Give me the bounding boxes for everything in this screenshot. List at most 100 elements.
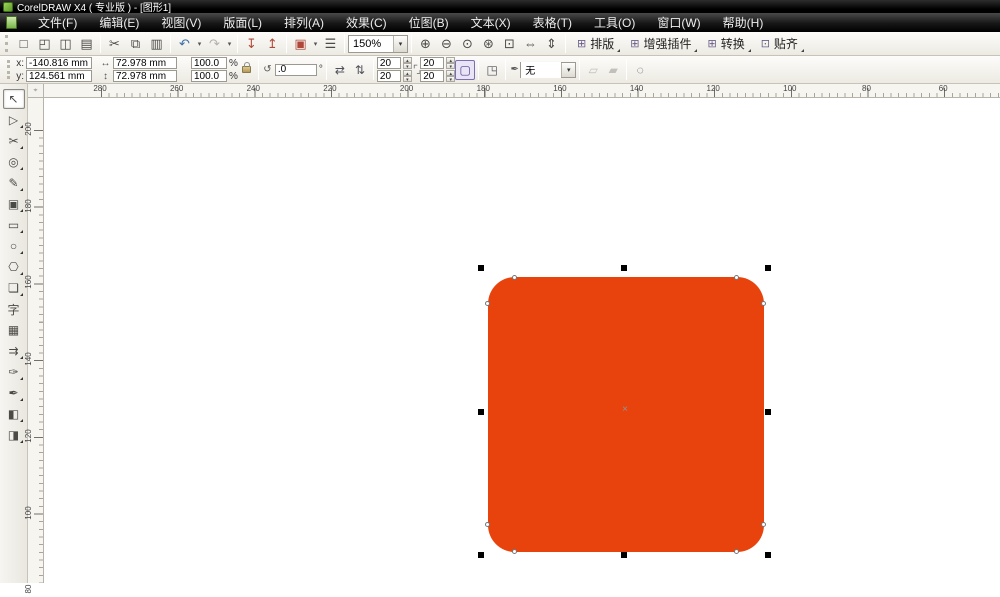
selection-handle-middle-right[interactable] <box>765 409 771 415</box>
selection-handle-middle-left[interactable] <box>478 409 484 415</box>
wrap-text-button[interactable]: ◳ <box>482 60 502 80</box>
corner-node[interactable] <box>734 275 739 280</box>
new-button[interactable]: □ <box>13 34 34 54</box>
corner-node[interactable] <box>734 549 739 554</box>
menu-table[interactable]: 表格(T) <box>522 13 583 32</box>
zoom-to-height-button[interactable]: ⇕ <box>541 34 562 54</box>
corner-node[interactable] <box>761 522 766 527</box>
corner-node[interactable] <box>485 522 490 527</box>
scale-h-field[interactable] <box>191 57 227 69</box>
drawing-canvas[interactable]: × <box>44 98 1000 583</box>
paste-button[interactable]: ▥ <box>146 34 167 54</box>
radius-spinner[interactable]: ▴▾ <box>446 70 455 82</box>
zoom-in-button[interactable]: ⊕ <box>415 34 436 54</box>
menu-edit[interactable]: 编辑(E) <box>88 13 150 32</box>
corner-radius-tr-field[interactable] <box>420 57 444 69</box>
vertical-ruler[interactable]: 20018016014012010080 <box>28 98 44 583</box>
tool-text[interactable]: 字 <box>3 299 25 319</box>
menu-bitmaps[interactable]: 位图(B) <box>398 13 460 32</box>
application-launcher-dropdown[interactable]: ▾ <box>311 34 320 54</box>
object-height-field[interactable] <box>113 70 177 82</box>
tool-rectangle[interactable]: ▭ <box>3 215 25 235</box>
tool-freehand[interactable]: ✎ <box>3 173 25 193</box>
object-center-marker[interactable]: × <box>619 404 631 416</box>
tool-smart-fill[interactable]: ▣ <box>3 194 25 214</box>
selection-handle-top-right[interactable] <box>765 265 771 271</box>
corner-node[interactable] <box>512 549 517 554</box>
scale-v-field[interactable] <box>191 70 227 82</box>
horizontal-ruler[interactable]: 2802602402202001801601401201008060 <box>44 84 1000 98</box>
round-corners-together-button[interactable]: ▢ <box>455 60 475 80</box>
spin-down-icon[interactable]: ▾ <box>403 63 412 69</box>
zoom-to-page-button[interactable]: ⊡ <box>499 34 520 54</box>
spin-down-icon[interactable]: ▾ <box>403 76 412 82</box>
tool-fill[interactable]: ◧ <box>3 404 25 424</box>
mirror-horizontal-button[interactable]: ⇄ <box>330 60 350 80</box>
spin-down-icon[interactable]: ▾ <box>446 63 455 69</box>
radius-spinner[interactable]: ▴▾ <box>403 70 412 82</box>
redo-button[interactable]: ↷ <box>204 34 225 54</box>
outline-width-dropdown[interactable]: ▾ <box>561 63 575 77</box>
selection-handle-top-middle[interactable] <box>621 265 627 271</box>
selection-handle-top-left[interactable] <box>478 265 484 271</box>
corner-radius-tl-field[interactable] <box>377 57 401 69</box>
tool-crop[interactable]: ✂ <box>3 131 25 151</box>
convert-button[interactable]: ⊞ 转换 <box>699 34 752 54</box>
selection-handle-bottom-right[interactable] <box>765 552 771 558</box>
zoom-level-dropdown[interactable]: ▾ <box>393 36 407 52</box>
menu-help[interactable]: 帮助(H) <box>712 13 775 32</box>
propbar-grip[interactable] <box>7 60 12 79</box>
menu-text[interactable]: 文本(X) <box>460 13 522 32</box>
redo-dropdown[interactable]: ▾ <box>225 34 234 54</box>
tool-ellipse[interactable]: ○ <box>3 236 25 256</box>
tool-basic-shapes[interactable]: ❏ <box>3 278 25 298</box>
cut-button[interactable]: ✂ <box>104 34 125 54</box>
corner-node[interactable] <box>485 301 490 306</box>
corner-radius-bl-field[interactable] <box>377 70 401 82</box>
menu-arrange[interactable]: 排列(A) <box>273 13 335 32</box>
menu-view[interactable]: 视图(V) <box>150 13 212 32</box>
zoom-to-selection-button[interactable]: ⊙ <box>457 34 478 54</box>
radius-spinner[interactable]: ▴▾ <box>403 57 412 69</box>
mirror-vertical-button[interactable]: ⇅ <box>350 60 370 80</box>
menu-window[interactable]: 窗口(W) <box>646 13 711 32</box>
tool-pick[interactable]: ↖ <box>3 89 25 109</box>
to-back-button[interactable]: ▰ <box>603 60 623 80</box>
outline-width-input[interactable] <box>521 62 561 78</box>
zoom-to-width-button[interactable]: ⇔ <box>520 34 541 54</box>
to-front-button[interactable]: ▱ <box>583 60 603 80</box>
menu-effects[interactable]: 效果(C) <box>335 13 398 32</box>
tool-table[interactable]: ▦ <box>3 320 25 340</box>
toolbar-grip[interactable] <box>5 35 10 51</box>
layout-button[interactable]: ⊞ 排版 <box>569 34 622 54</box>
save-button[interactable]: ◫ <box>55 34 76 54</box>
x-position-field[interactable] <box>26 57 92 69</box>
copy-button[interactable]: ⧉ <box>125 34 146 54</box>
menu-tools[interactable]: 工具(O) <box>583 13 646 32</box>
spin-down-icon[interactable]: ▾ <box>446 76 455 82</box>
tool-shape[interactable]: ▷ <box>3 110 25 130</box>
tool-eyedropper[interactable]: ✑ <box>3 362 25 382</box>
tool-zoom[interactable]: ◎ <box>3 152 25 172</box>
corner-node[interactable] <box>761 301 766 306</box>
y-position-field[interactable] <box>26 70 92 82</box>
open-button[interactable]: ◰ <box>34 34 55 54</box>
tool-interactive-fill[interactable]: ◨ <box>3 425 25 445</box>
menu-layout[interactable]: 版面(L) <box>212 13 273 32</box>
lock-ratio-icon[interactable] <box>242 66 251 73</box>
welcome-screen-button[interactable]: ☰ <box>320 34 341 54</box>
corner-radius-br-field[interactable] <box>420 70 444 82</box>
undo-dropdown[interactable]: ▾ <box>195 34 204 54</box>
undo-button[interactable]: ↶ <box>174 34 195 54</box>
zoom-level-input[interactable] <box>349 36 393 52</box>
snap-button[interactable]: ⊡ 贴齐 <box>753 34 806 54</box>
tool-outline[interactable]: ✒ <box>3 383 25 403</box>
tool-interactive-blend[interactable]: ⇉ <box>3 341 25 361</box>
object-width-field[interactable] <box>113 57 177 69</box>
corner-node[interactable] <box>512 275 517 280</box>
zoom-out-button[interactable]: ⊖ <box>436 34 457 54</box>
selection-handle-bottom-left[interactable] <box>478 552 484 558</box>
print-button[interactable]: ▤ <box>76 34 97 54</box>
ruler-origin-corner[interactable]: ⌖ <box>28 84 44 98</box>
radius-spinner[interactable]: ▴▾ <box>446 57 455 69</box>
